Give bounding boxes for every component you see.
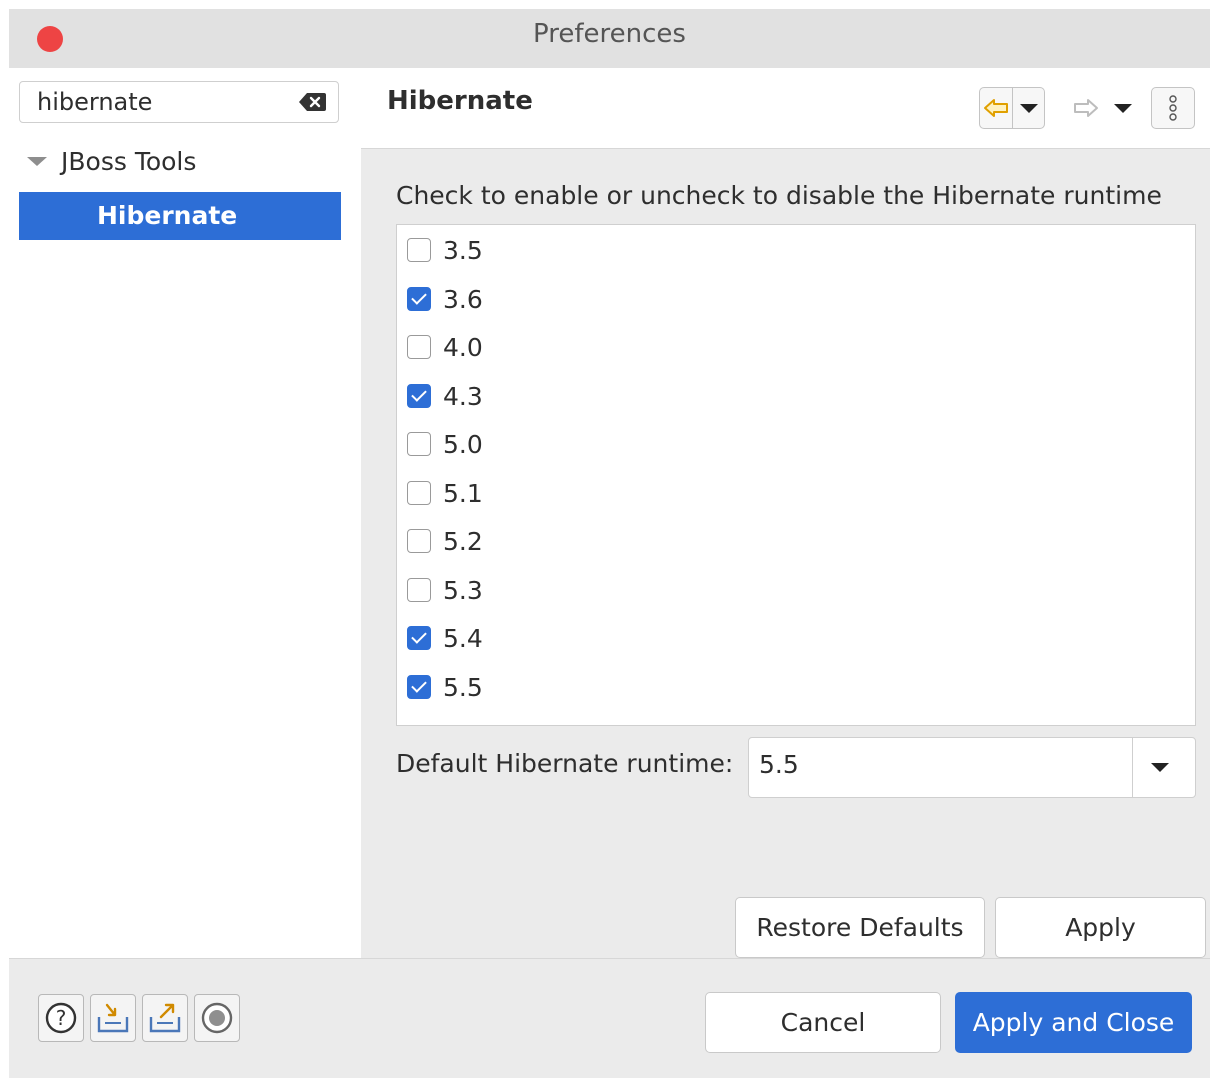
- title-bar: Preferences: [9, 9, 1210, 68]
- tree-item-label: JBoss Tools: [61, 146, 197, 176]
- runtime-item[interactable]: 3.6: [407, 279, 483, 319]
- chevron-down-icon[interactable]: [1151, 763, 1169, 772]
- record-icon: [201, 1002, 233, 1034]
- page-description: Check to enable or uncheck to disable th…: [396, 181, 1162, 210]
- export-button[interactable]: [142, 994, 188, 1042]
- runtime-label: 5.1: [443, 478, 483, 508]
- runtime-item[interactable]: 5.0: [407, 424, 483, 464]
- back-history-dropdown[interactable]: [1013, 87, 1045, 129]
- runtime-label: 5.0: [443, 429, 483, 459]
- forward-history-dropdown[interactable]: [1109, 87, 1137, 129]
- import-icon: [97, 1003, 129, 1033]
- runtime-list: 3.5 3.6 4.0 4.3 5.0 5.1 5.2 5.3 5.4 5.5: [396, 224, 1196, 726]
- forward-button[interactable]: [1069, 87, 1103, 129]
- page-title: Hibernate: [387, 86, 533, 116]
- forward-arrow-icon: [1074, 99, 1098, 117]
- filter-field[interactable]: [19, 81, 339, 123]
- runtime-checkbox[interactable]: [407, 675, 431, 699]
- back-button[interactable]: [979, 87, 1013, 129]
- runtime-checkbox[interactable]: [407, 626, 431, 650]
- runtime-item[interactable]: 5.5: [407, 667, 483, 707]
- dialog-footer: ? Cancel Apply and Close: [9, 958, 1210, 1078]
- window-title: Preferences: [533, 19, 686, 49]
- apply-and-close-button[interactable]: Apply and Close: [955, 992, 1192, 1053]
- view-menu-button[interactable]: [1151, 87, 1195, 129]
- runtime-label: 4.3: [443, 381, 483, 411]
- runtime-label: 3.5: [443, 235, 483, 265]
- filter-input[interactable]: [37, 87, 287, 117]
- runtime-label: 4.0: [443, 332, 483, 362]
- back-arrow-icon: [984, 99, 1008, 117]
- import-button[interactable]: [90, 994, 136, 1042]
- dropdown-separator: [1132, 738, 1133, 797]
- runtime-label: 5.4: [443, 623, 483, 653]
- chevron-down-icon: [1019, 103, 1038, 113]
- default-runtime-value: 5.5: [759, 750, 799, 779]
- runtime-checkbox[interactable]: [407, 335, 431, 359]
- default-runtime-dropdown[interactable]: 5.5: [748, 737, 1196, 798]
- runtime-label: 5.2: [443, 526, 483, 556]
- preference-tree-pane: JBoss Tools Hibernate: [9, 68, 361, 958]
- runtime-item[interactable]: 4.3: [407, 376, 483, 416]
- runtime-checkbox[interactable]: [407, 384, 431, 408]
- apply-button[interactable]: Apply: [995, 897, 1206, 958]
- export-icon: [149, 1003, 181, 1033]
- runtime-checkbox[interactable]: [407, 432, 431, 456]
- runtime-item[interactable]: 4.0: [407, 327, 483, 367]
- runtime-checkbox[interactable]: [407, 529, 431, 553]
- runtime-label: 5.5: [443, 672, 483, 702]
- runtime-item[interactable]: 5.2: [407, 521, 483, 561]
- runtime-checkbox[interactable]: [407, 287, 431, 311]
- preference-page-pane: Hibernate Check to enable or uncheck to …: [361, 68, 1210, 958]
- page-header: Hibernate: [361, 68, 1210, 149]
- restore-defaults-button[interactable]: Restore Defaults: [735, 897, 985, 958]
- runtime-label: 3.6: [443, 284, 483, 314]
- clear-text-icon[interactable]: [298, 92, 326, 112]
- runtime-item[interactable]: 3.5: [407, 230, 483, 270]
- runtime-checkbox[interactable]: [407, 481, 431, 505]
- runtime-label: 5.3: [443, 575, 483, 605]
- runtime-item[interactable]: 5.3: [407, 570, 483, 610]
- svg-text:?: ?: [56, 1006, 67, 1030]
- runtime-item[interactable]: 5.1: [407, 473, 483, 513]
- view-menu-icon: [1169, 95, 1177, 121]
- runtime-checkbox[interactable]: [407, 238, 431, 262]
- runtime-item[interactable]: 5.4: [407, 618, 483, 658]
- tree-item-jboss-tools[interactable]: JBoss Tools: [27, 144, 196, 178]
- collapse-triangle-icon[interactable]: [27, 156, 47, 166]
- record-button[interactable]: [194, 994, 240, 1042]
- chevron-down-icon: [1114, 103, 1132, 113]
- help-icon: ?: [45, 1002, 77, 1034]
- runtime-checkbox[interactable]: [407, 578, 431, 602]
- tree-item-hibernate[interactable]: Hibernate: [19, 192, 341, 240]
- preferences-window: Preferences JBoss Tools Hibernate Hibern…: [9, 9, 1210, 1078]
- cancel-button[interactable]: Cancel: [705, 992, 941, 1053]
- help-button[interactable]: ?: [38, 994, 84, 1042]
- default-runtime-label: Default Hibernate runtime:: [396, 749, 734, 778]
